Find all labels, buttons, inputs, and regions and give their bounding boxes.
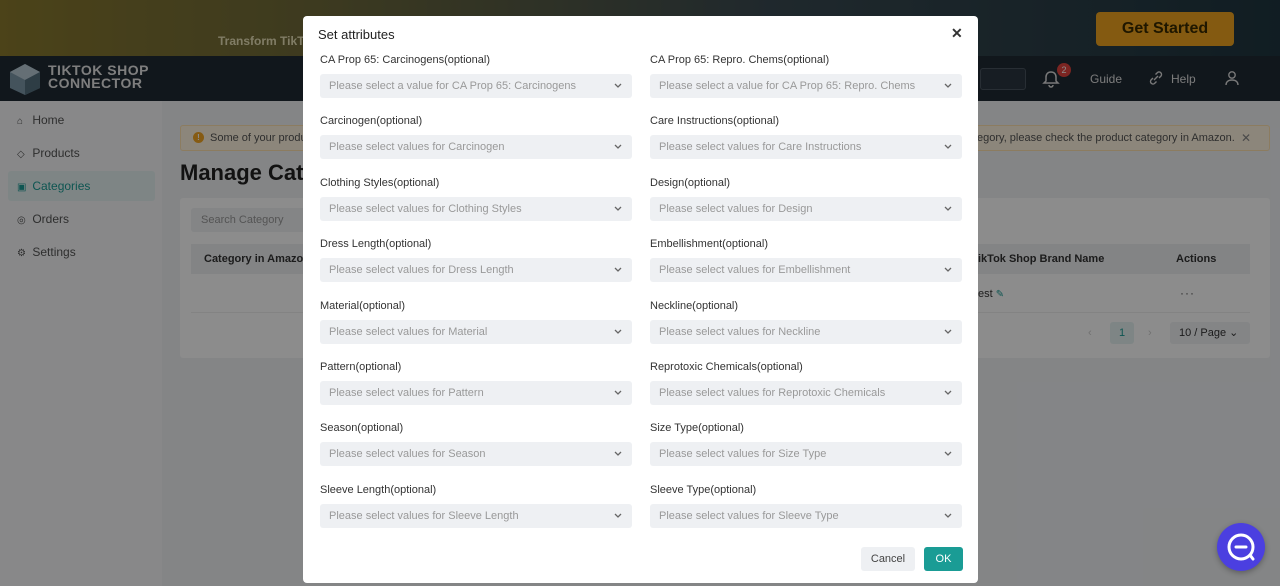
chat-icon xyxy=(1227,533,1255,561)
attribute-select[interactable]: Please select values for Size Type xyxy=(650,442,962,467)
select-placeholder: Please select values for Neckline xyxy=(659,325,821,338)
select-placeholder: Please select values for Material xyxy=(329,325,488,338)
attribute-select[interactable]: Please select values for Reprotoxic Chem… xyxy=(650,381,962,405)
select-placeholder: Please select values for Clothing Styles xyxy=(329,202,522,215)
select-placeholder: Please select values for Design xyxy=(659,202,813,215)
chevron-down-icon xyxy=(614,206,622,211)
field-label: Sleeve Type(optional) xyxy=(650,483,757,496)
attribute-select[interactable]: Please select values for Clothing Styles xyxy=(320,196,632,221)
chevron-down-icon xyxy=(944,513,952,518)
chevron-down-icon xyxy=(614,83,622,88)
select-placeholder: Please select values for Dress Length xyxy=(329,264,514,277)
attribute-select[interactable]: Please select values for Material xyxy=(320,319,632,344)
chevron-down-icon xyxy=(614,390,622,395)
cancel-button[interactable]: Cancel xyxy=(861,547,915,571)
field-label: CA Prop 65: Repro. Chems(optional) xyxy=(650,54,830,66)
chevron-down-icon xyxy=(614,144,622,150)
field-label: Pattern(optional) xyxy=(320,361,402,373)
field-label: Care Instructions(optional) xyxy=(650,115,780,128)
select-placeholder: Please select values for Pattern xyxy=(329,387,484,399)
attribute-select[interactable]: Please select values for Neckline xyxy=(650,319,962,344)
attribute-select[interactable]: Please select values for Carcinogen xyxy=(320,135,632,160)
chat-support-button[interactable] xyxy=(1217,523,1265,571)
attribute-select[interactable]: Please select a value for CA Prop 65: Ca… xyxy=(320,74,632,98)
modal-title: Set attributes xyxy=(318,27,395,42)
chevron-down-icon xyxy=(614,267,622,273)
select-placeholder: Please select values for Carcinogen xyxy=(329,141,505,154)
attribute-select[interactable]: Please select values for Care Instructio… xyxy=(650,135,962,160)
ok-button[interactable]: OK xyxy=(924,547,963,571)
field-label: Clothing Styles(optional) xyxy=(320,176,440,189)
field-label: Embellishment(optional) xyxy=(650,238,768,251)
set-attributes-modal: Set attributes ✕ CA Prop 65: Carcinogens… xyxy=(303,16,978,583)
select-placeholder: Please select values for Sleeve Type xyxy=(659,509,839,522)
chevron-down-icon xyxy=(614,329,622,334)
chevron-down-icon xyxy=(944,329,952,334)
field-label: Dress Length(optional) xyxy=(320,238,432,251)
attribute-select[interactable]: Please select values for Sleeve Type xyxy=(650,503,962,528)
chevron-down-icon xyxy=(944,144,952,150)
field-label: Neckline(optional) xyxy=(650,299,739,312)
field-label: Season(optional) xyxy=(320,422,404,435)
attribute-select[interactable]: Please select values for Sleeve Length xyxy=(320,503,632,528)
attribute-select[interactable]: Please select a value for CA Prop 65: Re… xyxy=(650,74,962,98)
attribute-select[interactable]: Please select values for Dress Length xyxy=(320,258,632,283)
attribute-select[interactable]: Please select values for Design xyxy=(650,196,962,221)
field-label: Size Type(optional) xyxy=(650,422,744,435)
select-placeholder: Please select a value for CA Prop 65: Ca… xyxy=(329,80,577,92)
chevron-down-icon xyxy=(944,390,952,395)
select-placeholder: Please select values for Embellishment xyxy=(659,264,851,277)
chevron-down-icon xyxy=(944,451,952,457)
select-placeholder: Please select values for Reprotoxic Chem… xyxy=(659,387,886,399)
chevron-down-icon xyxy=(944,267,952,273)
field-label: Sleeve Length(optional) xyxy=(320,483,437,496)
chevron-down-icon xyxy=(614,451,622,457)
select-placeholder: Please select values for Season xyxy=(329,448,486,461)
close-icon[interactable]: ✕ xyxy=(951,25,963,42)
chevron-down-icon xyxy=(614,513,622,518)
select-placeholder: Please select values for Size Type xyxy=(659,448,827,461)
field-label: Material(optional) xyxy=(320,299,405,312)
select-placeholder: Please select values for Sleeve Length xyxy=(329,509,519,522)
chevron-down-icon xyxy=(944,83,952,88)
field-label: Carcinogen(optional) xyxy=(320,115,423,128)
attribute-select[interactable]: Please select values for Season xyxy=(320,442,632,467)
field-label: Design(optional) xyxy=(650,176,731,189)
field-label: Reprotoxic Chemicals(optional) xyxy=(650,361,803,373)
attribute-select[interactable]: Please select values for Pattern xyxy=(320,381,632,405)
field-label: CA Prop 65: Carcinogens(optional) xyxy=(320,54,490,66)
chevron-down-icon xyxy=(944,206,952,211)
select-placeholder: Please select a value for CA Prop 65: Re… xyxy=(659,80,916,92)
select-placeholder: Please select values for Care Instructio… xyxy=(659,141,862,154)
attribute-select[interactable]: Please select values for Embellishment xyxy=(650,258,962,283)
